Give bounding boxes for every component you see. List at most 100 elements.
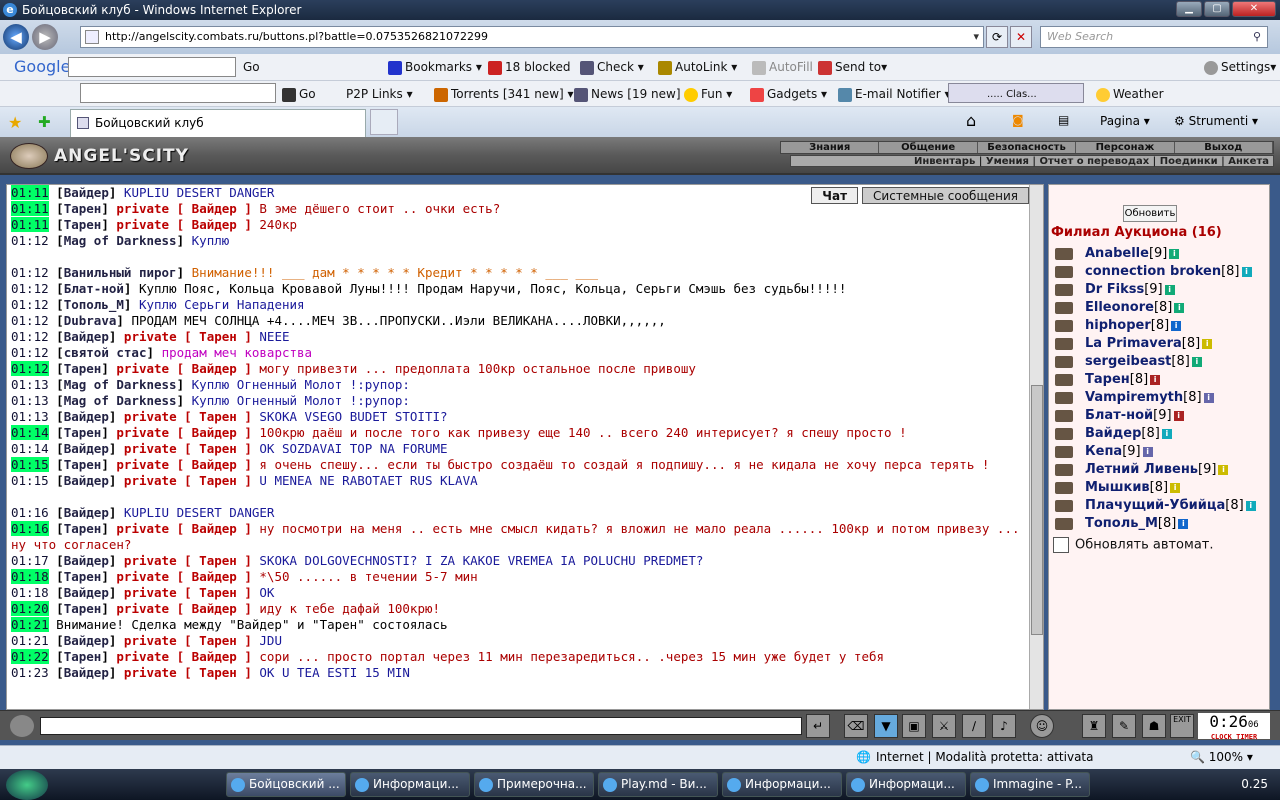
chat-nick[interactable]: [Mag of Darkness]	[56, 393, 191, 408]
private-message-icon[interactable]	[1055, 500, 1073, 512]
private-tag[interactable]: private [ Тарен ]	[124, 409, 252, 424]
autofill-button[interactable]: AutoFill	[752, 56, 813, 78]
menu-knowledge[interactable]: Знания	[781, 142, 880, 153]
chat-nick[interactable]: [Тарен]	[56, 649, 116, 664]
info-icon[interactable]: i	[1202, 338, 1213, 349]
player-row[interactable]: connection broken[8] i	[1053, 263, 1267, 281]
chat-nick[interactable]: [Тарен]	[56, 425, 116, 440]
new-tab-button[interactable]	[370, 109, 398, 135]
private-message-icon[interactable]	[1055, 428, 1073, 440]
menu-security[interactable]: Безопасность	[978, 142, 1077, 153]
private-message-icon[interactable]	[1055, 266, 1073, 278]
google-search-input[interactable]	[68, 57, 236, 77]
player-row[interactable]: Elleonore[8] i	[1053, 299, 1267, 317]
player-name[interactable]: Кепа[9] i	[1085, 443, 1153, 461]
chat-nick[interactable]: [Тарен]	[56, 569, 116, 584]
torrents-button[interactable]: Torrents [341 new] ▾	[434, 83, 574, 105]
chat-nick[interactable]: [Mag of Darkness]	[56, 233, 191, 248]
sendto-button[interactable]: Send to▾	[818, 56, 887, 78]
player-row[interactable]: Тарен[8] i	[1053, 371, 1267, 389]
player-row[interactable]: Anabelle[9] i	[1053, 245, 1267, 263]
minimize-button[interactable]: ▁	[1176, 1, 1202, 17]
player-name[interactable]: La Primavera[8] i	[1085, 335, 1213, 353]
taskbar-item[interactable]: Immagine - P...	[970, 772, 1090, 797]
menu-exit[interactable]: Выход	[1175, 142, 1274, 153]
private-message-icon[interactable]	[1055, 356, 1073, 368]
chat-nick[interactable]: [Вайдер]	[56, 473, 124, 488]
taskbar-item[interactable]: Информаци...	[846, 772, 966, 797]
private-message-icon[interactable]	[1055, 446, 1073, 458]
private-tag[interactable]: private [ Вайдер ]	[116, 569, 251, 584]
chat-nick[interactable]: [Вайдер]	[56, 409, 124, 424]
private-message-icon[interactable]	[1055, 374, 1073, 386]
player-name[interactable]: Vampiremyth[8] i	[1085, 389, 1214, 407]
info-icon[interactable]: i	[1174, 302, 1185, 313]
taskbar-item[interactable]: Примерочна...	[474, 772, 594, 797]
settings-button[interactable]: Settings▾	[1204, 56, 1276, 78]
auto-update-row[interactable]: Обновлять автомат.	[1053, 537, 1214, 553]
taskbar-item[interactable]: Информаци...	[722, 772, 842, 797]
chat-scrollbar[interactable]	[1029, 185, 1043, 709]
news-button[interactable]: News [19 new] ▾	[574, 83, 690, 105]
private-tag[interactable]: private [ Вайдер ]	[116, 361, 251, 376]
chat-nick[interactable]: [святой стас]	[56, 345, 161, 360]
player-row[interactable]: hiphoper[8] i	[1053, 317, 1267, 335]
player-row[interactable]: Плачущий-Убийца[8] i	[1053, 497, 1267, 515]
stop-icon[interactable]: ✕	[1010, 26, 1032, 48]
player-name[interactable]: Блат-ной[9] i	[1085, 407, 1184, 425]
menu-communication[interactable]: Общение	[879, 142, 978, 153]
player-name[interactable]: Плачущий-Убийца[8] i	[1085, 497, 1256, 515]
info-icon[interactable]: i	[1169, 248, 1180, 259]
private-tag[interactable]: private [ Тарен ]	[124, 585, 252, 600]
print-icon[interactable]: ▤	[1058, 113, 1069, 127]
add-favorite-icon[interactable]: ✚	[38, 113, 51, 131]
private-tag[interactable]: private [ Вайдер ]	[116, 217, 251, 232]
refresh-button[interactable]: Обновить	[1123, 205, 1177, 222]
player-name[interactable]: Вайдер[8] i	[1085, 425, 1172, 443]
private-tag[interactable]: private [ Тарен ]	[124, 633, 252, 648]
info-icon[interactable]: i	[1178, 518, 1189, 529]
private-message-icon[interactable]	[1055, 410, 1073, 422]
private-tag[interactable]: private [ Тарен ]	[124, 441, 252, 456]
maximize-button[interactable]: ▢	[1204, 1, 1230, 17]
player-name[interactable]: Dr Fikss[9] i	[1085, 281, 1175, 299]
taskbar-item[interactable]: Информаци...	[350, 772, 470, 797]
player-name[interactable]: Anabelle[9] i	[1085, 245, 1180, 263]
player-row[interactable]: sergeibeast[8] i	[1053, 353, 1267, 371]
private-tag[interactable]: private [ Вайдер ]	[116, 425, 251, 440]
info-icon[interactable]: i	[1245, 500, 1256, 511]
filter-icon[interactable]: ▼	[874, 714, 898, 738]
bag-icon[interactable]: ♜	[1082, 714, 1106, 738]
forward-icon[interactable]: ▶	[32, 24, 58, 50]
private-tag[interactable]: private [ Тарен ]	[124, 553, 252, 568]
chat-nick[interactable]: [Вайдер]	[56, 553, 124, 568]
start-button[interactable]	[6, 770, 48, 800]
save-icon[interactable]: ▣	[902, 714, 926, 738]
info-icon[interactable]: i	[1218, 464, 1229, 475]
smiley-icon[interactable]: ☺	[1030, 714, 1054, 738]
tab-chat[interactable]: Чат	[811, 187, 859, 204]
tools-menu[interactable]: ⚙ Strumenti ▾	[1174, 114, 1258, 128]
email-notifier-button[interactable]: E-mail Notifier ▾	[838, 83, 951, 105]
info-icon[interactable]: i	[1170, 482, 1181, 493]
exit-icon[interactable]: EXIT	[1170, 714, 1194, 738]
sound-icon[interactable]: ♪	[992, 714, 1016, 738]
eraser-icon[interactable]: ⌫	[844, 714, 868, 738]
player-row[interactable]: Вайдер[8] i	[1053, 425, 1267, 443]
chat-nick[interactable]: [Тарен]	[56, 457, 116, 472]
search-icon[interactable]: ⚲	[1253, 27, 1261, 47]
lock-icon[interactable]: ☗	[1142, 714, 1166, 738]
player-name[interactable]: connection broken[8] i	[1085, 263, 1252, 281]
chat-nick[interactable]: [Тарен]	[56, 361, 116, 376]
send-icon[interactable]: ↵	[806, 714, 830, 738]
toolbar2-search-input[interactable]	[80, 83, 276, 103]
info-icon[interactable]: i	[1150, 374, 1161, 385]
fight-icon[interactable]: ⚔	[932, 714, 956, 738]
player-name[interactable]: Elleonore[8] i	[1085, 299, 1185, 317]
bookmarks-button[interactable]: Bookmarks ▾	[388, 56, 482, 78]
player-name[interactable]: Тополь_М[8] i	[1085, 515, 1189, 533]
close-button[interactable]: ✕	[1232, 1, 1276, 17]
chat-nick[interactable]: [Вайдер]	[56, 665, 124, 680]
player-row[interactable]: La Primavera[8] i	[1053, 335, 1267, 353]
info-icon[interactable]: i	[1173, 410, 1184, 421]
